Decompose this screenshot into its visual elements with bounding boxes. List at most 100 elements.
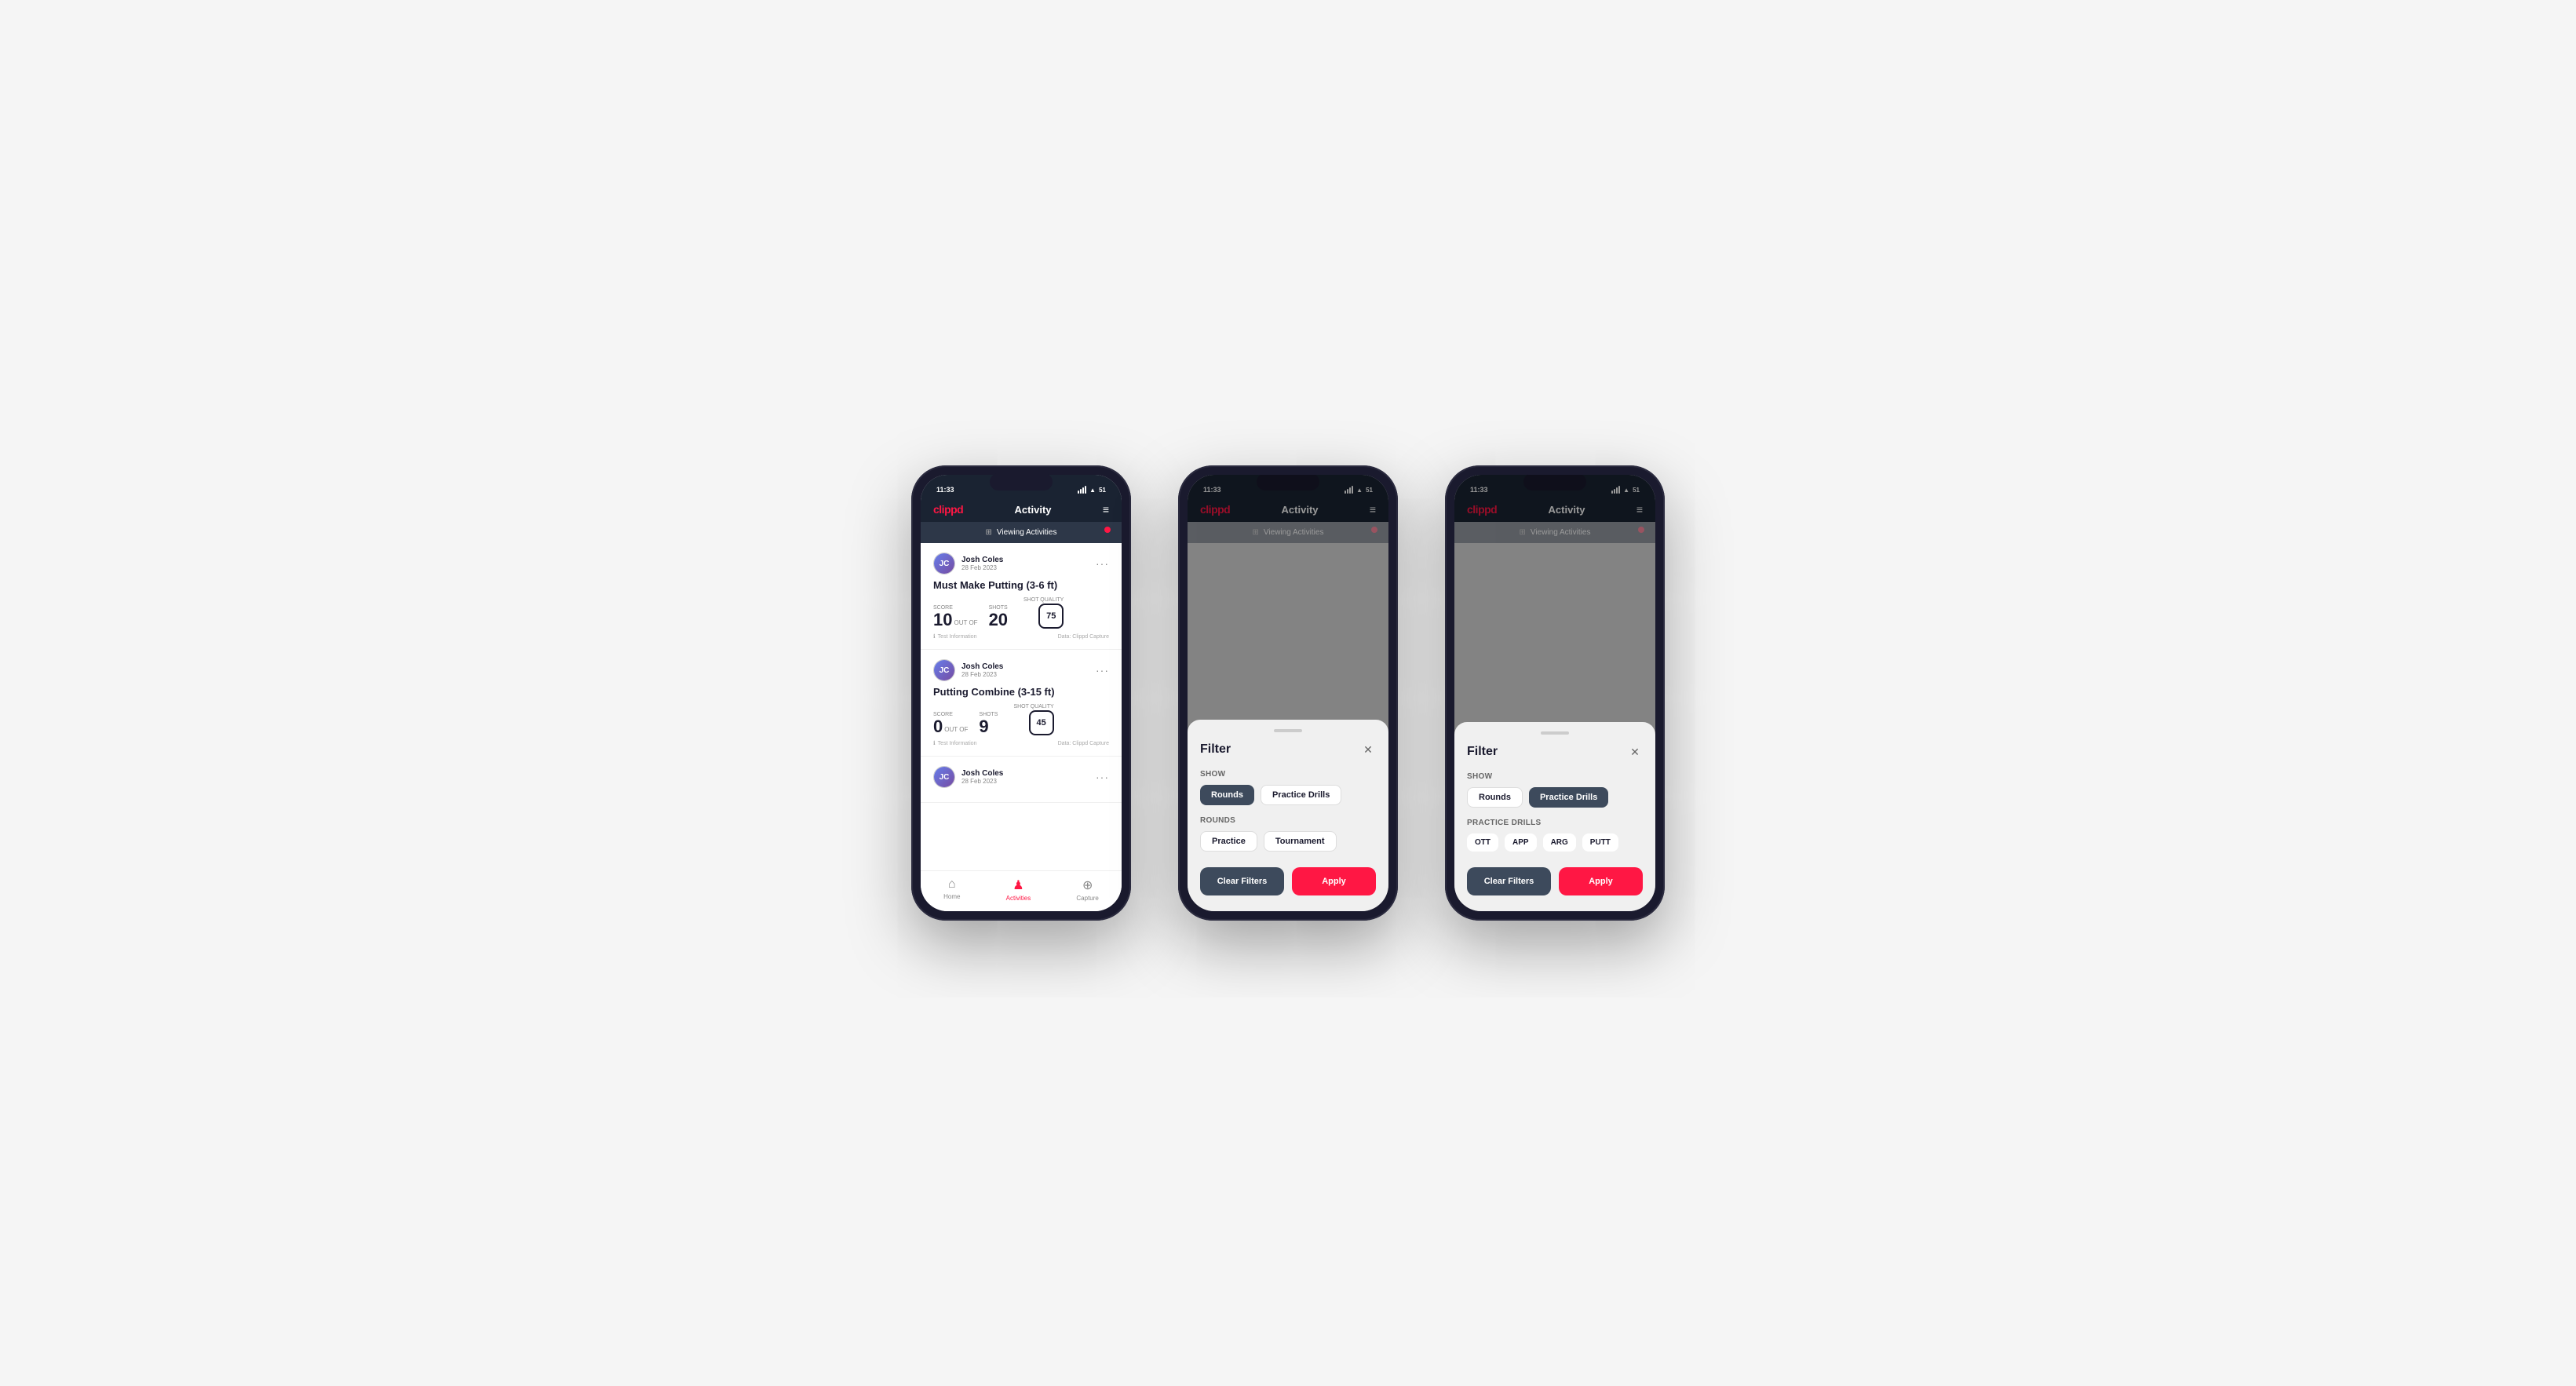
logo-1: clippd (933, 503, 963, 516)
user-info-3: JC Josh Coles 28 Feb 2023 (933, 766, 1003, 788)
chip-rounds-3[interactable]: Rounds (1467, 787, 1523, 808)
app-header-1: clippd Activity ≡ (921, 497, 1122, 522)
sq-label-1: Shot Quality (1023, 597, 1064, 603)
activities-label-1: Activities (1006, 895, 1031, 902)
modal-header-3: Filter ✕ (1467, 744, 1643, 760)
show-chips-3: Rounds Practice Drills (1467, 787, 1643, 808)
close-button-2[interactable]: ✕ (1360, 742, 1376, 757)
modal-header-2: Filter ✕ (1200, 742, 1376, 757)
chip-app-3[interactable]: APP (1505, 833, 1537, 852)
out-of-2: OUT OF (944, 726, 968, 733)
filter-icon-1: ⊞ (986, 528, 992, 537)
user-date-1: 28 Feb 2023 (961, 564, 1003, 571)
user-name-3: Josh Coles (961, 769, 1003, 778)
filter-overlay-2: Filter ✕ Show Rounds Practice Drills Rou… (1188, 475, 1388, 911)
status-icons-1: ▲ 51 (1078, 486, 1106, 494)
chip-practice-2[interactable]: Practice (1200, 831, 1257, 852)
bottom-nav-1: ⌂ Home ♟ Activities ⊕ Capture (921, 870, 1122, 911)
user-name-2: Josh Coles (961, 662, 1003, 671)
activity-card-2: JC Josh Coles 28 Feb 2023 ··· Putting Co… (921, 650, 1122, 757)
chip-tournament-2[interactable]: Tournament (1264, 831, 1337, 852)
avatar-3: JC (933, 766, 955, 788)
show-label-2: Show (1200, 770, 1376, 779)
phone-3: 11:33 ▲ 51 clippd Activity ≡ (1445, 465, 1665, 921)
menu-button-1[interactable]: ≡ (1103, 504, 1109, 515)
more-options-1[interactable]: ··· (1096, 557, 1109, 570)
more-options-2[interactable]: ··· (1096, 664, 1109, 677)
card-footer-1: ℹ Test Information Data: Clippd Capture (933, 633, 1109, 640)
filter-modal-2: Filter ✕ Show Rounds Practice Drills Rou… (1188, 720, 1388, 911)
clear-filters-button-2[interactable]: Clear Filters (1200, 867, 1284, 895)
practice-drills-chips-3: OTT APP ARG PUTT (1467, 833, 1643, 852)
show-chips-2: Rounds Practice Drills (1200, 785, 1376, 805)
activity-list: JC Josh Coles 28 Feb 2023 ··· Must Make … (921, 543, 1122, 870)
user-date-3: 28 Feb 2023 (961, 778, 1003, 785)
avatar-1: JC (933, 553, 955, 574)
viewing-bar-1[interactable]: ⊞ Viewing Activities (921, 522, 1122, 543)
drag-handle-2 (1274, 729, 1302, 732)
rounds-label-2: Rounds (1200, 816, 1376, 825)
show-section-3: Show Rounds Practice Drills (1467, 772, 1643, 808)
test-info-2: ℹ Test Information (933, 740, 976, 746)
chip-arg-3[interactable]: ARG (1543, 833, 1576, 852)
phone-1: 11:33 ▲ 51 clippd Activity ≡ (911, 465, 1131, 921)
close-button-3[interactable]: ✕ (1627, 744, 1643, 760)
activity-title-1: Must Make Putting (3-6 ft) (933, 579, 1109, 591)
shots-value-1: 20 (989, 611, 1008, 629)
out-of-1: OUT OF (954, 619, 977, 626)
chip-practice-drills-2[interactable]: Practice Drills (1261, 785, 1341, 805)
practice-drills-section-3: Practice Drills OTT APP ARG PUTT (1467, 819, 1643, 852)
modal-title-3: Filter (1467, 745, 1498, 759)
nav-home-1[interactable]: ⌂ Home (943, 877, 960, 902)
sq-badge-1: 75 (1038, 604, 1064, 629)
viewing-text-1: Viewing Activities (997, 528, 1057, 537)
signal-1 (1078, 486, 1086, 494)
capture-label-1: Capture (1076, 895, 1098, 902)
modal-actions-3: Clear Filters Apply (1467, 867, 1643, 895)
activity-card-1: JC Josh Coles 28 Feb 2023 ··· Must Make … (921, 543, 1122, 650)
phone-2: 11:33 ▲ 51 clippd Activity ≡ (1178, 465, 1398, 921)
apply-button-2[interactable]: Apply (1292, 867, 1376, 895)
chip-rounds-2[interactable]: Rounds (1200, 785, 1254, 805)
shots-value-2: 9 (979, 718, 998, 735)
time-1: 11:33 (936, 486, 954, 494)
practice-drills-label-3: Practice Drills (1467, 819, 1643, 827)
header-title-1: Activity (1015, 504, 1052, 516)
user-info-1: JC Josh Coles 28 Feb 2023 (933, 553, 1003, 574)
nav-activities-1[interactable]: ♟ Activities (1006, 877, 1031, 902)
chip-practice-drills-3[interactable]: Practice Drills (1529, 787, 1608, 808)
nav-capture-1[interactable]: ⊕ Capture (1076, 877, 1098, 902)
rounds-section-2: Rounds Practice Tournament (1200, 816, 1376, 852)
data-source-2: Data: Clippd Capture (1058, 741, 1109, 746)
home-icon-1: ⌂ (948, 877, 956, 892)
avatar-2: JC (933, 659, 955, 681)
wifi-icon-1: ▲ (1089, 487, 1096, 494)
modal-title-2: Filter (1200, 742, 1231, 757)
filter-overlay-3: Filter ✕ Show Rounds Practice Drills Pra… (1454, 475, 1655, 911)
user-info-2: JC Josh Coles 28 Feb 2023 (933, 659, 1003, 681)
capture-icon-1: ⊕ (1082, 877, 1093, 893)
sq-badge-2: 45 (1029, 710, 1054, 735)
notification-dot-1 (1104, 527, 1111, 533)
activity-title-2: Putting Combine (3-15 ft) (933, 686, 1109, 698)
activities-icon-1: ♟ (1013, 877, 1023, 893)
battery-1: 51 (1099, 487, 1106, 494)
dynamic-island (990, 473, 1053, 491)
data-source-1: Data: Clippd Capture (1058, 634, 1109, 640)
apply-button-3[interactable]: Apply (1559, 867, 1643, 895)
home-label-1: Home (943, 893, 960, 900)
show-label-3: Show (1467, 772, 1643, 781)
chip-ott-3[interactable]: OTT (1467, 833, 1498, 852)
rounds-chips-2: Practice Tournament (1200, 831, 1376, 852)
show-section-2: Show Rounds Practice Drills (1200, 770, 1376, 805)
stats-row-1: Score 10 OUT OF Shots 20 Shot Quality (933, 597, 1109, 629)
filter-modal-3: Filter ✕ Show Rounds Practice Drills Pra… (1454, 722, 1655, 911)
drag-handle-3 (1541, 731, 1569, 735)
chip-putt-3[interactable]: PUTT (1582, 833, 1618, 852)
more-options-3[interactable]: ··· (1096, 771, 1109, 783)
sq-label-2: Shot Quality (1013, 704, 1053, 709)
user-date-2: 28 Feb 2023 (961, 671, 1003, 678)
score-value-1: 10 (933, 611, 952, 629)
clear-filters-button-3[interactable]: Clear Filters (1467, 867, 1551, 895)
modal-actions-2: Clear Filters Apply (1200, 867, 1376, 895)
